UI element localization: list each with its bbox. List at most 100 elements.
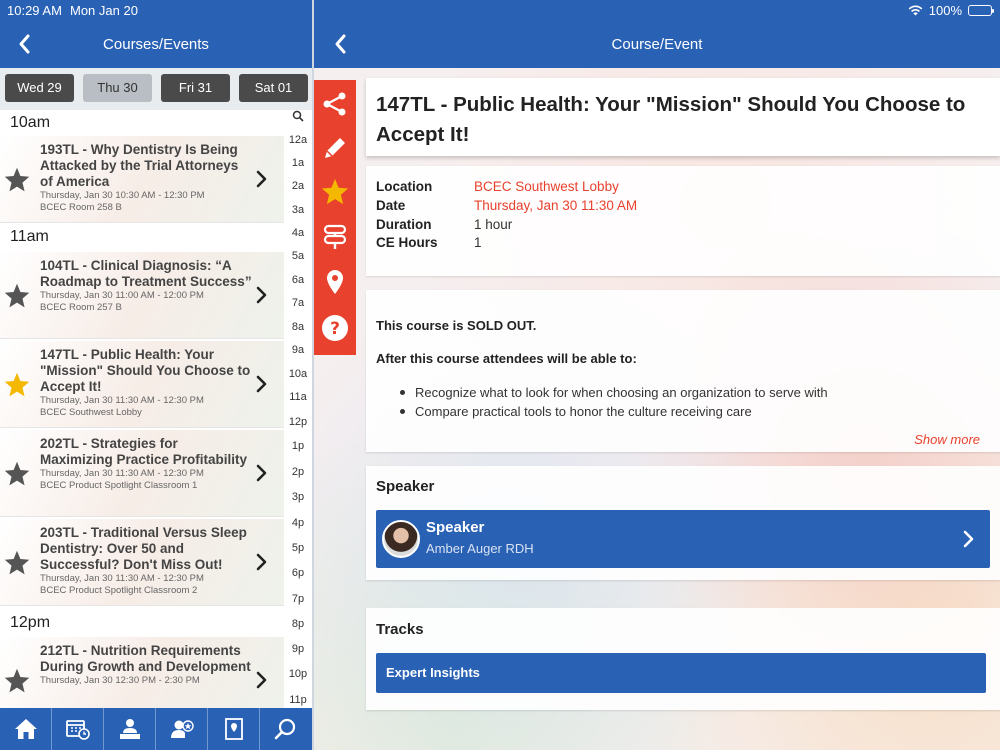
right-nav-title: Course/Event [611, 36, 703, 53]
index-hour[interactable]: 10p [284, 668, 312, 680]
index-hour[interactable]: 7a [284, 297, 312, 309]
status-time: 10:29 AM [7, 3, 62, 18]
index-hour[interactable]: 1a [284, 157, 312, 169]
index-hour[interactable]: 2p [284, 466, 312, 478]
left-nav-title: Courses/Events [103, 36, 209, 53]
help-icon: ? [322, 315, 348, 341]
objectives-list: Recognize what to look for when choosing… [376, 383, 828, 421]
objectives-intro: After this course attendees will be able… [376, 351, 637, 366]
title-card: 147TL - Public Health: Your "Mission" Sh… [366, 78, 1000, 156]
index-hour[interactable]: 3a [284, 204, 312, 216]
tab-speakers[interactable] [156, 708, 208, 750]
track-button[interactable] [319, 220, 351, 252]
course-title: 202TL - Strategies for Maximizing Practi… [40, 436, 248, 467]
track-button[interactable]: Expert Insights [376, 653, 986, 693]
index-hour[interactable]: 10a [284, 368, 312, 380]
index-hour[interactable]: 7p [284, 593, 312, 605]
info-label: CE Hours [376, 235, 438, 250]
star-icon[interactable] [3, 667, 31, 695]
info-label: Duration [376, 217, 432, 232]
index-hour[interactable]: 11a [284, 391, 312, 403]
list-item: Recognize what to look for when choosing… [376, 383, 828, 402]
tracks-card: Tracks Expert Insights [366, 608, 1000, 710]
tab-search[interactable] [260, 708, 312, 750]
favorite-button[interactable] [319, 176, 351, 208]
index-hour[interactable]: 5a [284, 250, 312, 262]
show-more-link[interactable]: Show more [914, 432, 980, 447]
location-value[interactable]: BCEC Southwest Lobby [474, 179, 894, 194]
index-hour[interactable]: 4a [284, 227, 312, 239]
tab-home[interactable] [0, 708, 52, 750]
search-icon[interactable] [292, 110, 304, 122]
star-icon[interactable] [3, 549, 31, 577]
course-location: BCEC Southwest Lobby [40, 407, 142, 418]
list-item[interactable]: 203TL - Traditional Versus Sleep Dentist… [0, 519, 284, 606]
index-hour[interactable]: 4p [284, 517, 312, 529]
day-tab-thu-30[interactable]: Thu 30 [83, 74, 152, 102]
index-hour[interactable]: 8a [284, 321, 312, 333]
signpost-icon [323, 224, 347, 249]
star-icon[interactable] [3, 166, 31, 194]
index-hour[interactable]: 8p [284, 618, 312, 630]
tab-presenters[interactable] [104, 708, 156, 750]
edit-icon [325, 138, 345, 158]
index-hour[interactable]: 2a [284, 180, 312, 192]
wifi-icon [908, 5, 923, 16]
course-time: Thursday, Jan 30 12:30 PM - 2:30 PM [40, 675, 200, 686]
presenter-icon [119, 719, 140, 739]
course-title: 104TL - Clinical Diagnosis: “A Roadmap t… [40, 258, 252, 289]
hour-header-11am: 11am [0, 224, 284, 250]
index-hour[interactable]: 3p [284, 491, 312, 503]
tab-map[interactable] [208, 708, 260, 750]
list-item[interactable]: 202TL - Strategies for Maximizing Practi… [0, 430, 284, 517]
index-hour[interactable]: 12p [284, 416, 312, 428]
description-card: This course is SOLD OUT. After this cour… [366, 290, 1000, 452]
chevron-right-icon [256, 671, 267, 689]
course-location: BCEC Product Spotlight Classroom 1 [40, 480, 198, 491]
location-button[interactable] [319, 266, 351, 298]
list-item[interactable]: 193TL - Why Dentistry Is Being Attacked … [0, 136, 284, 223]
day-tab-fri-31[interactable]: Fri 31 [161, 74, 230, 102]
status-date: Mon Jan 20 [70, 3, 138, 18]
list-item[interactable]: 212TL - Nutrition Requirements During Gr… [0, 637, 284, 708]
index-hour[interactable]: 9a [284, 344, 312, 356]
chevron-right-icon [256, 464, 267, 482]
share-button[interactable] [319, 88, 351, 120]
speaker-header: Speaker [376, 478, 435, 495]
star-icon[interactable] [3, 460, 31, 488]
day-tab-wed-29[interactable]: Wed 29 [5, 74, 74, 102]
index-hour[interactable]: 6p [284, 567, 312, 579]
course-list[interactable]: 10am 193TL - Why Dentistry Is Being Atta… [0, 110, 284, 708]
track-label: Expert Insights [386, 665, 480, 680]
right-nav-bar: Course/Event [314, 22, 1000, 68]
home-icon [14, 719, 37, 739]
index-hour[interactable]: 9p [284, 643, 312, 655]
day-tab-sat-01[interactable]: Sat 01 [239, 74, 308, 102]
list-item[interactable]: 104TL - Clinical Diagnosis: “A Roadmap t… [0, 252, 284, 339]
index-hour[interactable]: 1p [284, 440, 312, 452]
tab-schedule[interactable] [52, 708, 104, 750]
speaker-button[interactable]: Speaker Amber Auger RDH [376, 510, 990, 568]
duration-value: 1 hour [474, 217, 513, 232]
index-hour[interactable]: 11p [284, 694, 312, 706]
date-value[interactable]: Thursday, Jan 30 11:30 AM [474, 198, 894, 213]
share-icon [323, 92, 346, 116]
course-title: 212TL - Nutrition Requirements During Gr… [40, 643, 251, 674]
battery-icon [968, 5, 994, 16]
chevron-right-icon [256, 375, 267, 393]
index-hour[interactable]: 5p [284, 542, 312, 554]
hour-index[interactable]: 12a 1a 2a 3a 4a 5a 6a 7a 8a 9a 10a 11a 1… [284, 110, 312, 708]
chevron-right-icon [256, 286, 267, 304]
svg-text:?: ? [330, 319, 340, 339]
edit-button[interactable] [319, 132, 351, 164]
list-item[interactable]: 147TL - Public Health: Your "Mission" Sh… [0, 341, 284, 428]
index-hour[interactable]: 12a [284, 134, 312, 146]
chevron-right-icon [256, 170, 267, 188]
star-icon[interactable] [3, 282, 31, 310]
course-title: 147TL - Public Health: Your "Mission" Sh… [40, 347, 251, 394]
index-hour[interactable]: 6a [284, 274, 312, 286]
sold-out-text: This course is SOLD OUT. [376, 318, 537, 333]
help-button[interactable]: ? [319, 312, 351, 344]
speaker-card: Speaker Speaker Amber Auger RDH [366, 466, 1000, 580]
star-icon[interactable] [3, 371, 31, 399]
